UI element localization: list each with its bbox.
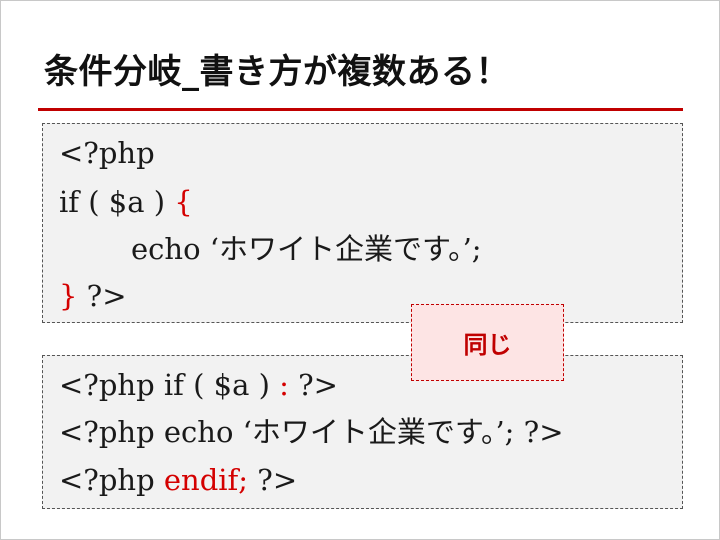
same-badge: 同じ [411,304,564,381]
code-text: if ( $a ) [59,185,175,219]
slide-title: 条件分岐_書き方が複数ある！ [44,52,510,92]
code-text: ?> [248,463,298,497]
code-text: <?php [59,463,164,497]
open-brace: { [174,185,193,219]
colon-token: : [279,368,289,402]
code-block-if-braces: <?php if ( $a ) { echo ‘ホワイト企業です。’; } ?> [42,123,683,323]
code-text: ?> [77,279,127,313]
code-line: <?php [59,139,155,168]
code-text: ?> [288,368,338,402]
endif-token: endif; [163,463,249,497]
code-text: <?php [59,136,155,170]
code-line: } ?> [59,282,127,311]
code-text: <?php if ( $a ) [59,368,280,402]
code-line: <?php if ( $a ) : ?> [59,371,338,400]
code-text: <?php echo ‘ホワイト企業です。’; ?> [59,415,564,449]
code-line: <?php endif; ?> [59,466,297,495]
code-line: echo ‘ホワイト企業です。’; [131,235,482,264]
close-brace: } [59,279,78,313]
code-text: echo ‘ホワイト企業です。’; [131,232,482,266]
code-block-alt-syntax: <?php if ( $a ) : ?> <?php echo ‘ホワイト企業で… [42,355,683,509]
title-underline [38,108,683,111]
code-line: if ( $a ) { [59,188,193,217]
code-line: <?php echo ‘ホワイト企業です。’; ?> [59,418,564,447]
